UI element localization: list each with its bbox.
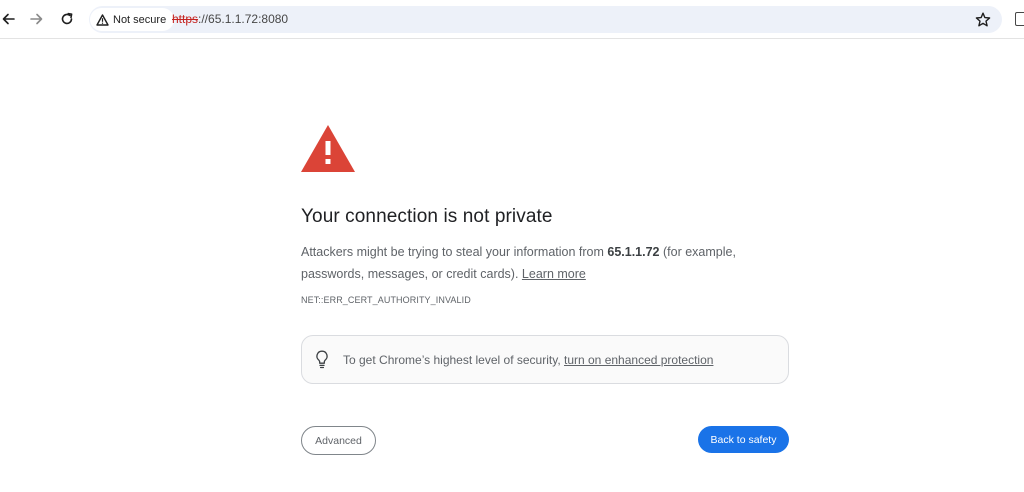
warning-triangle-icon <box>301 125 355 172</box>
description-prefix: Attackers might be trying to steal your … <box>301 245 608 259</box>
back-arrow-icon <box>2 13 15 25</box>
banner-text: To get Chrome’s highest level of securit… <box>343 353 713 367</box>
back-button[interactable] <box>0 7 20 31</box>
advanced-button[interactable]: Advanced <box>301 426 376 455</box>
bookmark-star-icon[interactable] <box>974 11 992 29</box>
error-code: NET::ERR_CERT_AUTHORITY_INVALID <box>301 295 471 305</box>
security-chip[interactable]: Not secure <box>90 8 175 31</box>
url-scheme: https <box>172 12 199 26</box>
reload-icon <box>61 12 73 25</box>
learn-more-link[interactable]: Learn more <box>522 267 586 281</box>
enhanced-protection-link[interactable]: turn on enhanced protection <box>564 353 713 367</box>
browser-toolbar: Not secure https://65.1.1.72:8080 <box>0 0 1024 39</box>
url-host: ://65.1.1.72:8080 <box>198 12 289 26</box>
back-to-safety-button[interactable]: Back to safety <box>698 426 789 453</box>
url-text[interactable]: https://65.1.1.72:8080 <box>172 12 288 26</box>
enhanced-protection-banner: To get Chrome’s highest level of securit… <box>301 335 789 384</box>
lightbulb-icon <box>316 350 328 369</box>
forward-arrow-icon <box>30 13 43 25</box>
forward-button[interactable] <box>25 7 49 31</box>
security-chip-label: Not secure <box>113 13 167 26</box>
warning-triangle-icon <box>96 13 109 26</box>
side-panel-icon[interactable] <box>1015 12 1024 26</box>
host-name: 65.1.1.72 <box>607 245 660 259</box>
banner-text-prefix: To get Chrome’s highest level of securit… <box>343 353 564 367</box>
description: Attackers might be trying to steal your … <box>301 241 791 285</box>
address-bar[interactable]: Not secure https://65.1.1.72:8080 <box>89 6 1002 33</box>
reload-button[interactable] <box>55 7 79 31</box>
page-title: Your connection is not private <box>301 206 553 227</box>
